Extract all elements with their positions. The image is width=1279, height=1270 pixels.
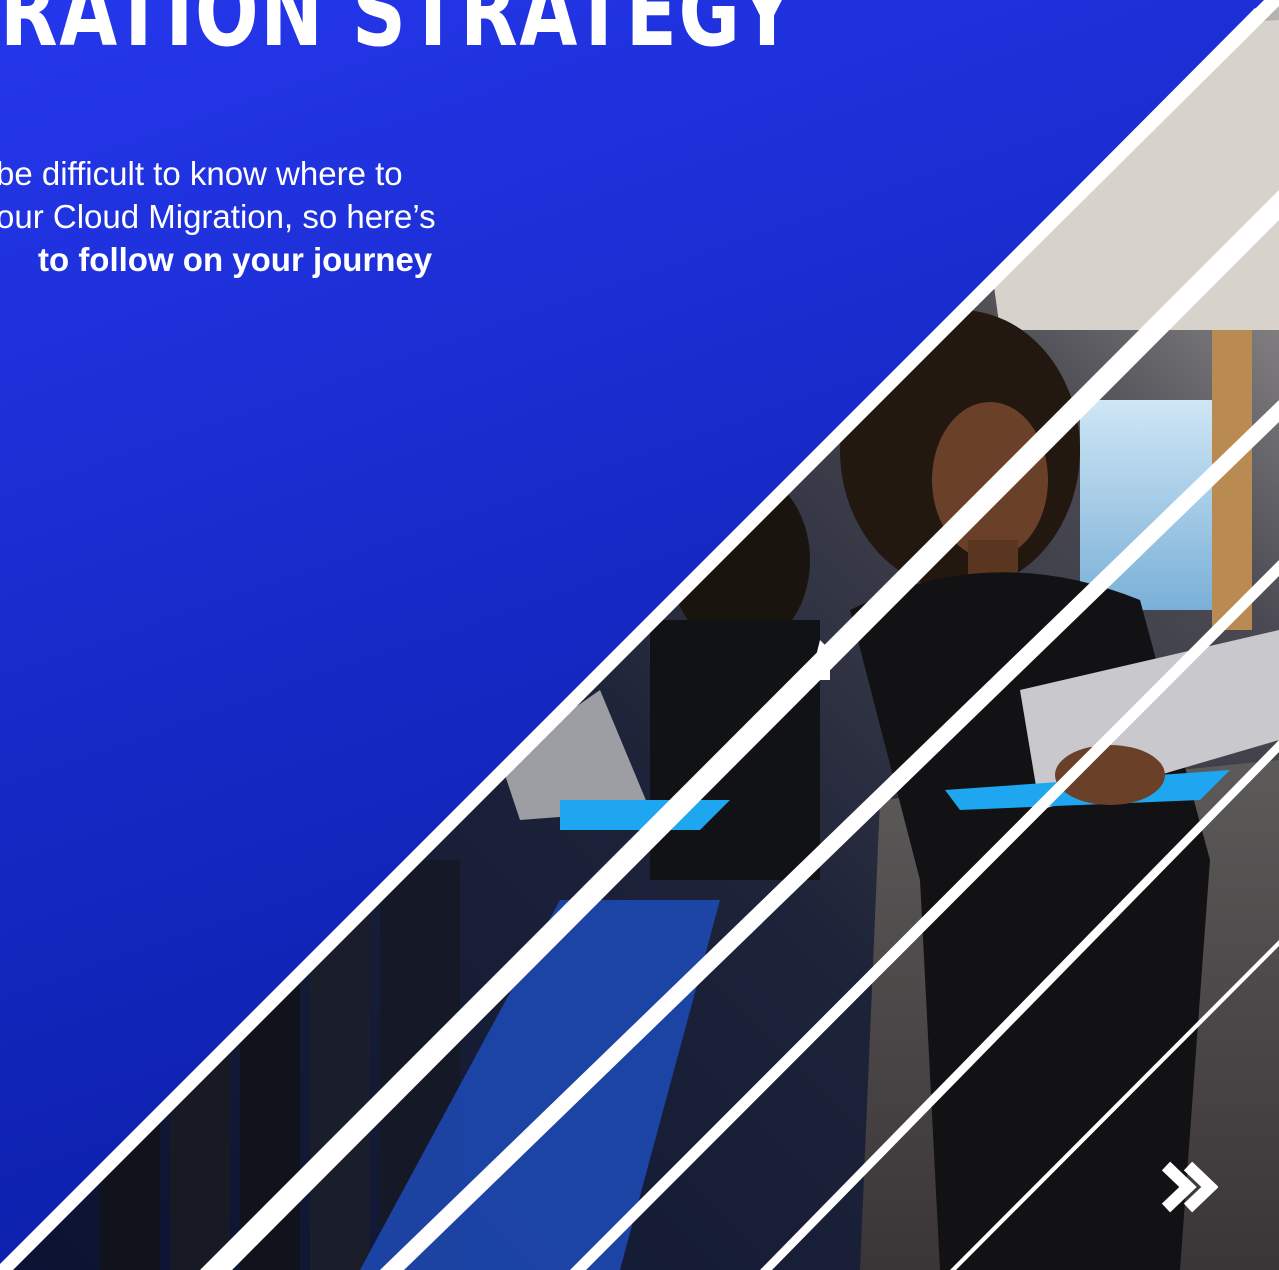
page-title: RATION STRATEGY — [0, 0, 796, 68]
intro-line-2: our Cloud Migration, so here’s — [0, 198, 436, 235]
slide: RATION STRATEGY be difficult to know whe… — [0, 0, 1279, 1270]
intro-text: be difficult to know where to our Cloud … — [0, 152, 520, 281]
next-button[interactable] — [1160, 1158, 1219, 1216]
intro-line-1: be difficult to know where to — [0, 155, 403, 192]
intro-line-3: to follow on your journey — [38, 241, 433, 278]
double-chevron-right-icon — [1161, 1161, 1219, 1213]
